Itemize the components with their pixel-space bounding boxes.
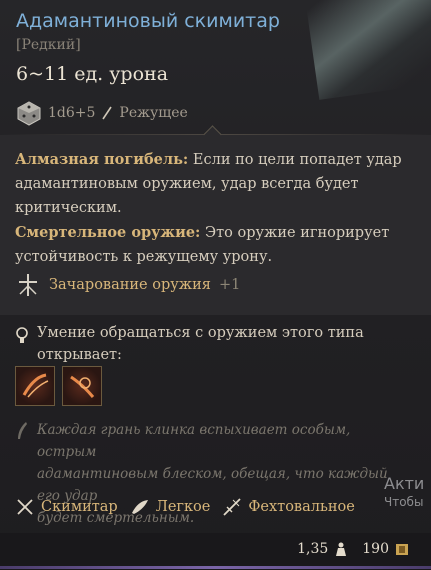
item-title: Адамантиновый скимитар (16, 10, 280, 32)
gold-icon (396, 544, 408, 555)
piercing-strike-icon (70, 375, 95, 398)
unlock-line: Умение обращаться с оружием этого типа (37, 325, 364, 341)
flavor-line: Каждая грань клинка вспыхивает особым, о… (37, 422, 351, 460)
feather-icon (131, 500, 148, 514)
quill-icon (18, 422, 27, 439)
property-text: устойчивость к режущему урону. (15, 249, 273, 265)
tag-label: Легкое (155, 499, 211, 515)
dice-icon (17, 101, 41, 126)
tag-finesse: Фехтовальное (222, 497, 355, 517)
weapon-art-image (304, 0, 431, 100)
damage-dice-row: 1d6+5 Режущее (16, 98, 188, 128)
weapon-tags: Скимитар Легкое Фехтовальное (15, 497, 367, 517)
property-name: Алмазная погибель: (15, 151, 189, 168)
property-deadly-weapon: Смертельное оружие: Это оружие игнорируе… (15, 221, 415, 269)
slashing-icon (102, 106, 113, 120)
weight-value: 1,35 (297, 541, 329, 557)
weight-icon (336, 542, 347, 556)
tag-label: Скимитар (41, 499, 118, 515)
watermark-line: Акти (384, 474, 425, 493)
crossed-swords-icon (17, 499, 33, 515)
tag-scimitar: Скимитар (15, 497, 118, 517)
enchantment-row: Зачарование оружия +1 (15, 272, 240, 298)
property-text: адамантиновым оружием, удар всегда будет (15, 176, 359, 192)
damage-type: Режущее (119, 105, 188, 121)
item-rarity: [Редкий] (16, 37, 81, 53)
finesse-blade-icon (223, 498, 242, 516)
watermark-line: Чтобы (384, 495, 424, 509)
enchant-value: +1 (218, 277, 241, 293)
property-diamond-bane: Алмазная погибель: Если по цели попадет … (15, 148, 415, 220)
scimitar-slash-icon (22, 373, 49, 398)
item-tooltip: Адамантиновый скимитар [Редкий] 6~11 ед.… (0, 0, 431, 570)
tag-light: Легкое (130, 497, 211, 517)
property-name: Смертельное оружие: (15, 224, 201, 241)
dice-value: 1d6+5 (48, 105, 96, 121)
tag-label: Фехтовальное (248, 499, 355, 515)
property-text: Это оружие игнорирует (200, 225, 390, 241)
unlock-text: Умение обращаться с оружием этого типа о… (37, 322, 397, 366)
enchant-label: Зачарование оружия (49, 277, 211, 293)
property-text: критическим. (15, 200, 122, 216)
skill-icon-1[interactable] (15, 366, 55, 406)
footer-values: 1,35 190 (297, 541, 409, 557)
proficiency-icon (16, 327, 28, 343)
enchant-icon (19, 274, 37, 296)
unlock-line: открывает: (37, 347, 122, 363)
item-damage: 6~11 ед. урона (16, 63, 169, 85)
price-value: 190 (362, 541, 389, 557)
skill-icon-2[interactable] (62, 366, 102, 406)
bottom-accent-line (0, 566, 431, 569)
windows-activation-watermark: Акти Чтобы (384, 474, 424, 509)
property-text: Если по цели попадет удар (188, 152, 402, 168)
